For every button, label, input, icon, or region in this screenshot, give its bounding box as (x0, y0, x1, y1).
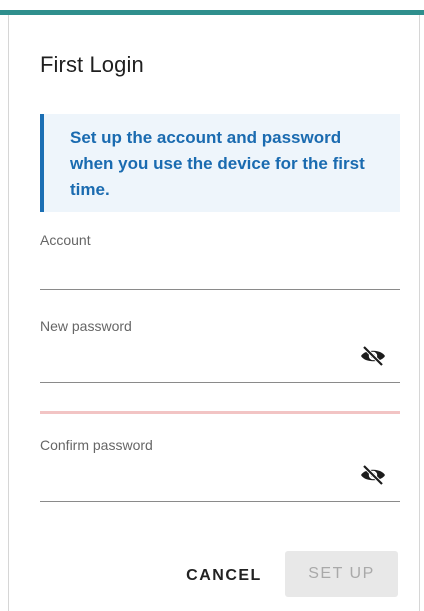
account-input[interactable] (40, 262, 400, 290)
confirm-password-label: Confirm password (40, 437, 153, 453)
new-password-label: New password (40, 318, 132, 334)
new-password-input[interactable] (40, 355, 400, 383)
password-error-indicator (40, 411, 400, 414)
eye-off-icon (359, 344, 387, 373)
info-banner-accent (40, 114, 44, 212)
cancel-button[interactable]: CANCEL (176, 558, 272, 594)
dialog-left-border (8, 15, 9, 611)
dialog-title: First Login (40, 52, 144, 77)
new-password-toggle-button[interactable] (358, 344, 388, 373)
info-banner: Set up the account and password when you… (40, 114, 400, 212)
eye-off-icon (359, 463, 387, 492)
dialog-top-accent (0, 10, 424, 15)
confirm-password-toggle-button[interactable] (358, 463, 388, 492)
account-label: Account (40, 232, 91, 248)
dialog-right-border (419, 15, 420, 611)
confirm-password-input[interactable] (40, 474, 400, 502)
info-banner-text: Set up the account and password when you… (70, 128, 365, 199)
setup-button[interactable]: SET UP (285, 551, 398, 597)
first-login-dialog: First Login Set up the account and passw… (0, 0, 424, 611)
